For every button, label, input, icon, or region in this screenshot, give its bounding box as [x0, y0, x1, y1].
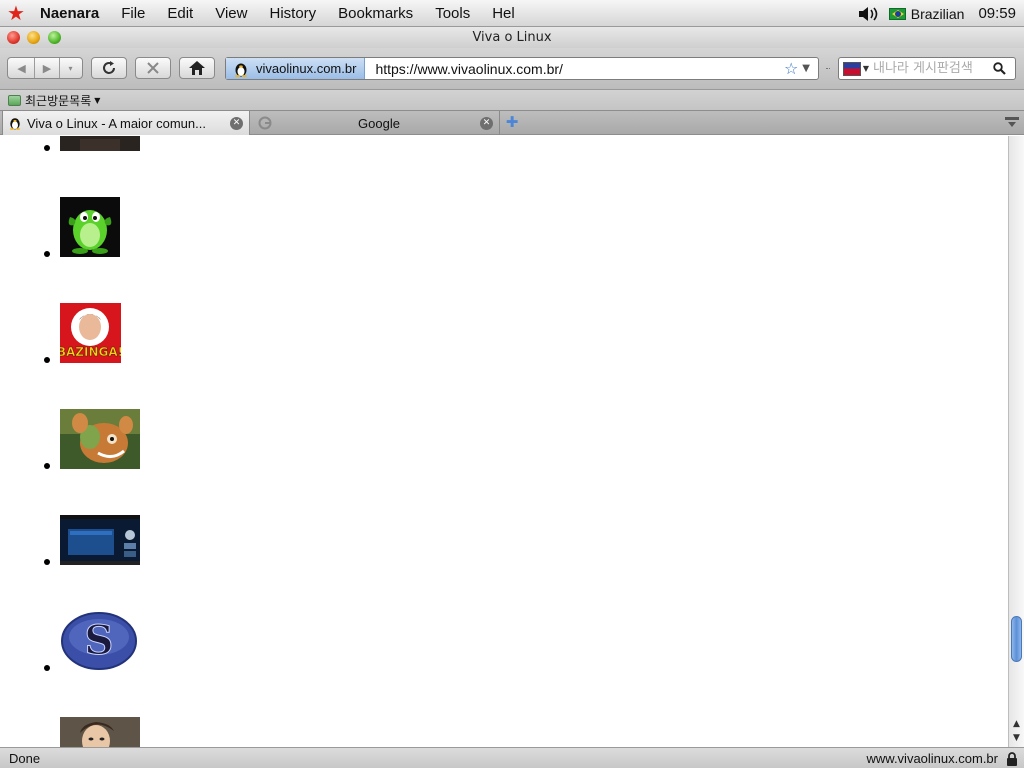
back-button[interactable]: ◀ [9, 58, 34, 78]
list-bullet [44, 463, 50, 469]
search-engine-selector[interactable]: ▼ [839, 58, 873, 79]
window-title: Viva o Linux [472, 30, 552, 45]
google-favicon-icon [258, 116, 272, 130]
tab-list-icon[interactable] [1004, 115, 1020, 129]
reload-icon [103, 61, 115, 74]
menu-view[interactable]: View [204, 0, 258, 27]
home-icon [189, 61, 205, 75]
tux-favicon-icon [235, 63, 247, 77]
slackware-letter: S [85, 617, 114, 664]
green-tux-avatar-icon[interactable] [60, 197, 120, 257]
menu-file[interactable]: File [110, 0, 156, 27]
bookmarks-toolbar: 최근방문목록 ▼ [0, 90, 1024, 110]
window-zoom-button[interactable] [48, 31, 61, 44]
menu-edit[interactable]: Edit [156, 0, 204, 27]
list-bullet [44, 665, 50, 671]
bookmark-label: 최근방문목록 [25, 93, 92, 108]
list-bullet [44, 251, 50, 257]
tab-google[interactable]: Google ✕ [252, 111, 500, 135]
tab-viva-o-linux[interactable]: Viva o Linux - A maior comun... ✕ [2, 111, 250, 135]
scrollbar-thumb[interactable] [1011, 616, 1022, 662]
chevron-down-icon: ▼ [94, 95, 101, 105]
input-language-label[interactable]: Brazilian [911, 6, 965, 22]
vertical-scrollbar[interactable]: ▲ ▼ [1008, 136, 1024, 747]
tab-strip: Viva o Linux - A maior comun... ✕ Google… [0, 110, 1024, 135]
window-title-bar: Viva o Linux [0, 27, 1024, 48]
scroll-down-arrow-icon[interactable]: ▼ [1009, 731, 1024, 745]
url-dropdown-icon[interactable]: ▼ [802, 63, 810, 74]
tab-label: Google [358, 115, 400, 131]
list-bullet [44, 145, 50, 151]
site-identity-label: vivaolinux.com.br [256, 61, 357, 76]
site-identity-button[interactable]: vivaolinux.com.br [226, 58, 366, 79]
bazinga-avatar-icon[interactable]: BAZINGA! [60, 303, 121, 363]
tux-favicon-icon [9, 118, 21, 130]
window-close-button[interactable] [7, 31, 20, 44]
search-engine-caret-icon: ▼ [862, 64, 870, 73]
apple-menu-star-icon[interactable]: ★ [2, 0, 30, 27]
bazinga-text: BAZINGA! [60, 345, 121, 359]
menu-bar: ★ Naenara File Edit View History Bookmar… [0, 0, 1024, 27]
toolbar-resize-grip[interactable] [826, 68, 830, 72]
menubar-clock[interactable]: 09:59 [978, 5, 1016, 22]
home-button[interactable] [179, 57, 215, 79]
list-bullet [44, 357, 50, 363]
new-tab-plus-icon[interactable]: ✚ [504, 114, 520, 130]
status-bar: Done www.vivaolinux.com.br [0, 747, 1024, 768]
lock-icon[interactable] [1006, 752, 1018, 766]
stop-icon [147, 62, 159, 74]
stop-button[interactable] [135, 57, 171, 79]
scroll-up-arrow-icon[interactable]: ▲ [1009, 717, 1024, 731]
cartoon-creature-avatar-icon[interactable] [60, 409, 140, 469]
menu-help[interactable]: Hel [481, 0, 526, 27]
person-avatar-icon[interactable] [60, 717, 140, 747]
menubar-status-area: Brazilian 09:59 [857, 0, 1024, 27]
tab-label: Viva o Linux - A maior comun... [27, 115, 206, 131]
bookmark-folder-icon [8, 94, 21, 106]
brazil-flag-icon[interactable] [888, 7, 906, 20]
dark-avatar-icon[interactable] [60, 136, 140, 151]
menu-app-name[interactable]: Naenara [30, 0, 110, 27]
search-input[interactable] [873, 61, 991, 76]
url-input[interactable]: https://www.vivaolinux.com.br/ [375, 61, 784, 77]
reload-button[interactable] [91, 57, 127, 79]
page-content: BAZINGA! S [0, 136, 1008, 747]
status-host: www.vivaolinux.com.br [866, 751, 999, 766]
tab-close-icon[interactable]: ✕ [480, 116, 493, 130]
search-engine-logo-icon [842, 61, 861, 76]
slackware-s-avatar-icon[interactable]: S [60, 610, 140, 672]
window-minimize-button[interactable] [27, 31, 40, 44]
navigation-toolbar: ◀ ▶ ▾ vivaolinux.com.br https://www.viva… [0, 48, 1024, 90]
search-icon[interactable] [993, 62, 1006, 75]
bookmark-recent-history[interactable]: 최근방문목록 ▼ [8, 92, 100, 109]
search-bar[interactable]: ▼ [838, 57, 1016, 80]
tab-close-icon[interactable]: ✕ [230, 116, 243, 130]
menu-tools[interactable]: Tools [424, 0, 481, 27]
list-bullet [44, 559, 50, 565]
menu-history[interactable]: History [258, 0, 327, 27]
volume-icon[interactable] [857, 5, 879, 23]
menu-bookmarks[interactable]: Bookmarks [327, 0, 424, 27]
bookmark-star-icon[interactable]: ☆ [784, 59, 798, 78]
back-forward-group: ◀ ▶ ▾ [7, 57, 83, 79]
desktop-screenshot-avatar-icon[interactable] [60, 515, 140, 565]
status-text: Done [9, 751, 41, 766]
history-dropdown-button[interactable]: ▾ [59, 58, 81, 78]
url-bar[interactable]: vivaolinux.com.br https://www.vivaolinux… [225, 57, 819, 80]
forward-button[interactable]: ▶ [34, 58, 59, 78]
